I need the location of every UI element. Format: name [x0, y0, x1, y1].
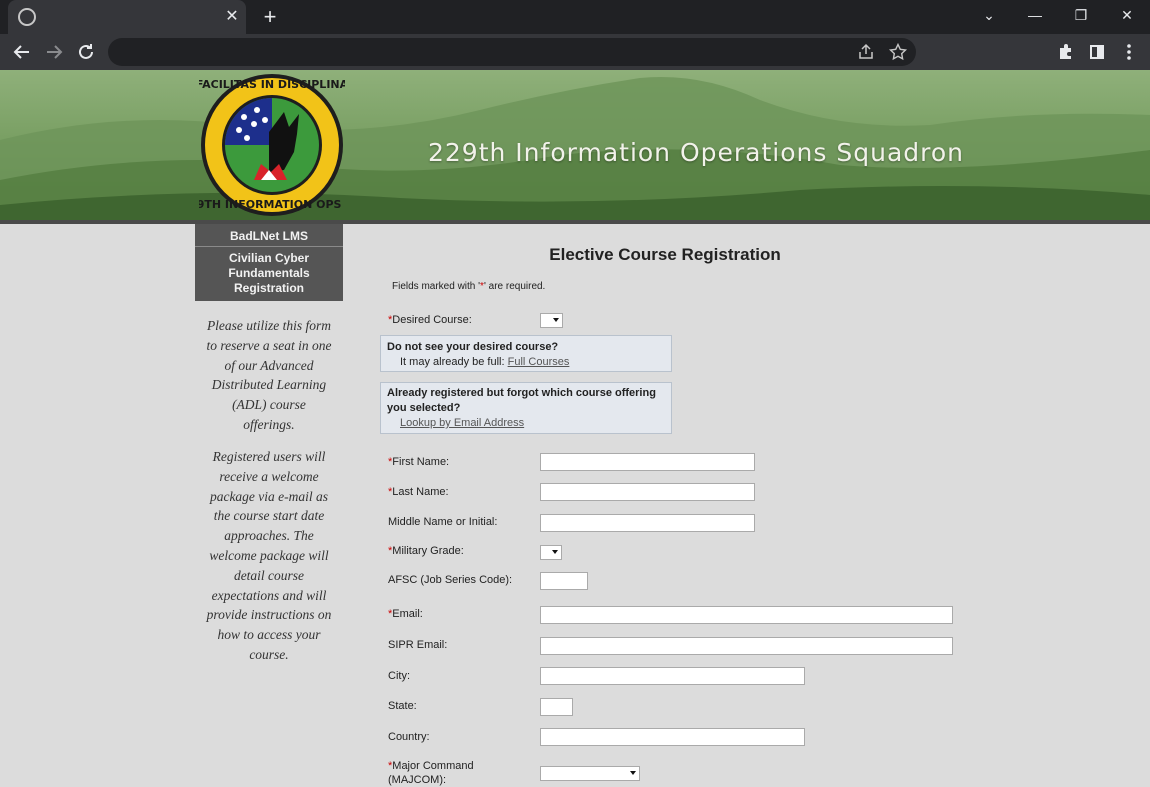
afsc-input[interactable] — [540, 572, 588, 590]
browser-tab[interactable]: ✕ — [8, 0, 246, 34]
middle-name-label: Middle Name or Initial: — [388, 516, 498, 528]
desired-course-label-text: Desired Course: — [392, 314, 472, 326]
close-window-button[interactable]: ✕ — [1114, 4, 1140, 26]
military-grade-label: *Military Grade: — [388, 545, 464, 557]
lookup-by-email-link[interactable]: Lookup by Email Address — [400, 417, 524, 429]
city-label: City: — [388, 670, 410, 682]
country-label: Country: — [388, 731, 430, 743]
email-label: *Email: — [388, 608, 423, 620]
extensions-icon[interactable] — [1053, 40, 1077, 64]
afsc-label: AFSC (Job Series Code): — [388, 574, 513, 586]
sidebar-item-civilian-cyber-registration[interactable]: Civilian Cyber Fundamentals Registration — [195, 247, 343, 301]
full-courses-info-box: Do not see your desired course? It may a… — [380, 335, 672, 372]
chevron-down-icon — [630, 771, 636, 775]
email-label-text: Email: — [392, 608, 423, 620]
required-note-post: ' are required. — [483, 281, 546, 292]
reload-icon[interactable] — [74, 40, 98, 64]
loading-favicon-icon — [18, 8, 36, 26]
restore-button[interactable]: ❐ — [1068, 4, 1094, 26]
majcom-label: *Major Command (MAJCOM): — [388, 759, 488, 787]
browser-tab-strip: ✕ + ⌄ — ❐ ✕ — [0, 0, 1150, 34]
sidebar-welcome-text: Registered users will receive a welcome … — [206, 449, 332, 662]
browser-toolbar — [0, 34, 1150, 70]
side-panel-icon[interactable] — [1085, 40, 1109, 64]
country-input[interactable] — [540, 728, 805, 746]
majcom-label-text: Major Command (MAJCOM): — [388, 760, 474, 786]
menu-icon[interactable] — [1117, 40, 1141, 64]
sidebar-menu: BadLNet LMS Civilian Cyber Fundamentals … — [195, 224, 343, 301]
full-courses-link[interactable]: Full Courses — [508, 356, 570, 368]
full-courses-heading: Do not see your desired course? — [387, 341, 559, 353]
first-name-label: *First Name: — [388, 456, 449, 468]
full-courses-text: It may already be full: — [400, 356, 508, 368]
required-note-pre: Fields marked with ' — [392, 281, 481, 292]
sipr-email-input[interactable] — [540, 637, 953, 655]
squadron-seal-logo: FACILITAS IN DISCIPLINA 229TH INFORMATIO… — [199, 74, 345, 216]
last-name-input[interactable] — [540, 483, 755, 501]
close-tab-icon[interactable]: ✕ — [222, 6, 242, 28]
last-name-label: *Last Name: — [388, 486, 449, 498]
chevron-down-icon — [553, 318, 559, 322]
forward-icon[interactable] — [42, 40, 66, 64]
military-grade-label-text: Military Grade: — [392, 545, 464, 557]
tab-search-icon[interactable]: ⌄ — [976, 4, 1002, 26]
military-grade-select[interactable] — [540, 545, 562, 560]
share-icon[interactable] — [856, 42, 876, 62]
seal-motto-text: FACILITAS IN DISCIPLINA — [199, 78, 345, 91]
last-name-label-text: Last Name: — [392, 486, 449, 498]
first-name-input[interactable] — [540, 453, 755, 471]
star-icon[interactable] — [888, 42, 908, 62]
minimize-button[interactable]: — — [1022, 4, 1048, 26]
state-input[interactable] — [540, 698, 573, 716]
chevron-down-icon — [552, 550, 558, 554]
address-bar[interactable] — [108, 38, 916, 66]
middle-name-input[interactable] — [540, 514, 755, 532]
required-note: Fields marked with '*' are required. — [392, 281, 545, 292]
sipr-email-label: SIPR Email: — [388, 639, 448, 651]
first-name-label-text: First Name: — [392, 456, 450, 468]
sidebar-intro-text: Please utilize this form to reserve a se… — [206, 318, 332, 432]
site-banner: FACILITAS IN DISCIPLINA 229TH INFORMATIO… — [0, 70, 1150, 220]
site-title: 229th Information Operations Squadron — [428, 138, 964, 167]
majcom-select[interactable] — [540, 766, 640, 781]
back-icon[interactable] — [10, 40, 34, 64]
lookup-info-box: Already registered but forgot which cour… — [380, 382, 672, 434]
seal-unit-text: 229TH INFORMATION OPS SQ — [199, 198, 345, 211]
new-tab-button[interactable]: + — [258, 5, 282, 29]
banner-divider — [0, 220, 1150, 224]
city-input[interactable] — [540, 667, 805, 685]
sidebar-item-badlnet-lms[interactable]: BadLNet LMS — [195, 224, 343, 247]
state-label: State: — [388, 700, 417, 712]
desired-course-label: *Desired Course: — [388, 314, 472, 326]
email-input[interactable] — [540, 606, 953, 624]
lookup-heading: Already registered but forgot which cour… — [387, 387, 656, 414]
desired-course-select[interactable] — [540, 313, 563, 328]
page-title: Elective Course Registration — [549, 245, 781, 264]
